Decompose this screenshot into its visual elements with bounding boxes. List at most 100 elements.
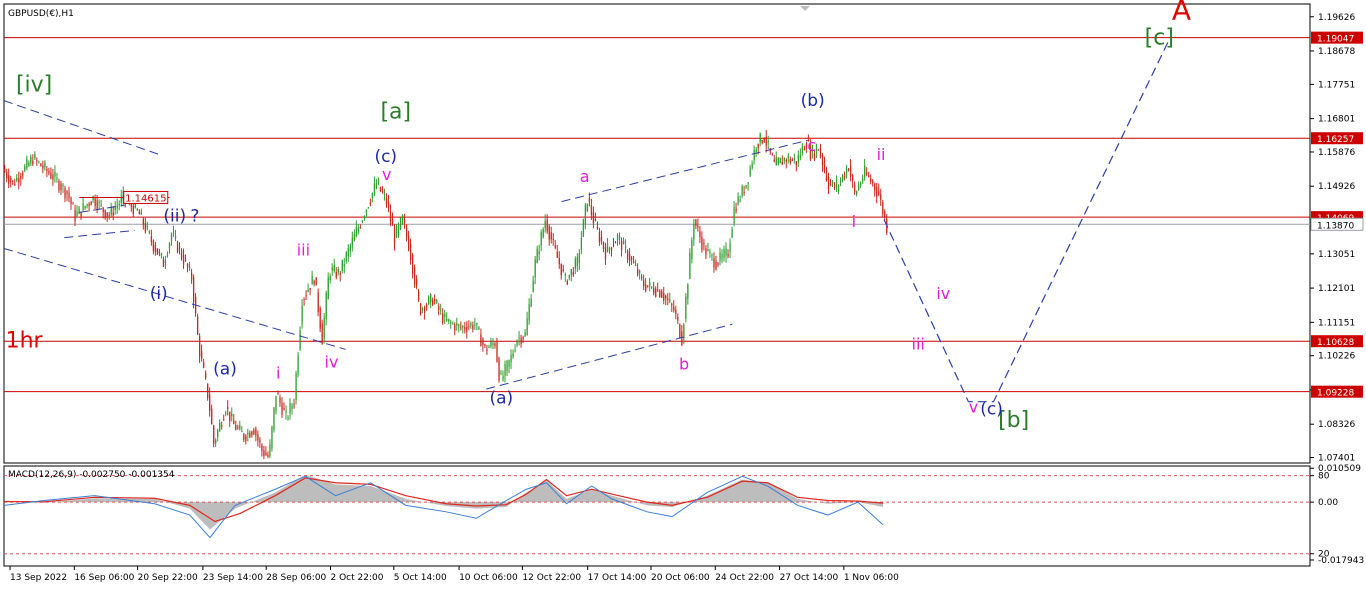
candle-body <box>190 272 193 280</box>
candle-body <box>70 197 72 205</box>
candle-body <box>494 343 496 347</box>
y-tick-label: 1.15876 <box>1318 148 1355 158</box>
candle-body <box>293 404 295 406</box>
candle-body <box>369 202 372 204</box>
candle-body <box>679 324 681 338</box>
candle-body <box>86 204 88 206</box>
candle-body <box>671 304 673 306</box>
candle-body <box>263 450 265 456</box>
candle-body <box>741 185 743 197</box>
candle-body <box>600 236 603 242</box>
candle-body <box>628 254 631 262</box>
candle-body <box>438 306 440 310</box>
candle-body <box>825 169 828 181</box>
candle-body <box>701 236 703 250</box>
candle-body <box>40 163 42 167</box>
candle-body <box>353 233 356 242</box>
candle-body <box>243 433 245 440</box>
wave-label: v <box>382 165 391 184</box>
candle-body <box>572 271 575 276</box>
candle-body <box>733 207 735 224</box>
candle-body <box>215 439 217 444</box>
candle-body <box>170 234 173 242</box>
candle-body <box>524 332 526 336</box>
candle-body <box>261 444 263 451</box>
candle-body <box>773 159 775 162</box>
candle-body <box>745 185 747 188</box>
candle-body <box>283 407 285 410</box>
candle-body <box>504 364 506 376</box>
candle-body <box>484 344 486 346</box>
candle-body <box>313 280 315 285</box>
candle-body <box>257 434 259 441</box>
candle-body <box>839 180 842 184</box>
wave-label: [c] <box>1145 26 1174 51</box>
candle-body <box>239 425 241 430</box>
candle-body <box>476 323 478 325</box>
x-tick-label: 20 Oct 06:00 <box>651 573 710 583</box>
candle-body <box>454 324 456 331</box>
candle-body <box>610 247 613 251</box>
candle-body <box>94 197 96 207</box>
candle-body <box>223 419 225 421</box>
candle-body <box>213 425 215 444</box>
candle-body <box>833 185 836 188</box>
candle-body <box>878 190 880 196</box>
candle-body <box>46 169 48 172</box>
candle-body <box>10 177 12 182</box>
candle-body <box>681 331 683 346</box>
candle-body <box>90 201 92 206</box>
candle-body <box>78 207 80 215</box>
wave-label: (c) <box>980 399 1003 419</box>
candle-body <box>626 250 629 260</box>
candle-body <box>285 411 287 413</box>
candle-body <box>522 336 524 340</box>
candle-body <box>132 205 134 215</box>
wave-label: c <box>807 136 816 155</box>
wave-label: v <box>969 398 978 417</box>
candle-body <box>387 201 390 207</box>
candle-body <box>536 248 538 263</box>
candle-body <box>247 432 249 435</box>
y-tick-label: 1.13051 <box>1318 250 1355 260</box>
candle-body <box>440 309 442 311</box>
candle-body <box>506 360 508 372</box>
wave-label: 1hr <box>6 329 44 354</box>
candle-body <box>34 154 36 159</box>
candle-body <box>530 298 532 307</box>
candle-body <box>862 178 864 182</box>
candle-body <box>411 254 414 275</box>
price-level-tag-text: 1.16257 <box>1317 135 1354 145</box>
candle-body <box>673 306 675 311</box>
candle-body <box>717 262 719 266</box>
chart-svg[interactable]: 1.14615A[c][iv][a][b](b)(c)(c)(a)(a)(i)(… <box>0 0 1366 588</box>
candle-body <box>341 259 343 272</box>
candle-body <box>30 156 32 164</box>
candle-body <box>436 300 438 303</box>
candle-body <box>488 346 490 348</box>
candle-body <box>486 349 488 352</box>
candle-body <box>468 326 470 328</box>
candle-body <box>100 204 102 206</box>
candle-body <box>532 280 534 292</box>
candle-body <box>856 191 858 195</box>
candle-body <box>749 167 751 176</box>
candle-body <box>211 408 213 425</box>
candle-body <box>365 209 368 213</box>
candle-body <box>596 226 599 229</box>
candle-body <box>578 253 581 263</box>
x-tick-label: 2 Oct 22:00 <box>331 573 384 583</box>
y-tick-label: 1.17751 <box>1318 80 1355 90</box>
candle-body <box>68 193 70 199</box>
candle-body <box>677 316 679 321</box>
candle-body <box>795 161 798 166</box>
candle-body <box>518 337 520 339</box>
candle-body <box>755 149 757 152</box>
candle-body <box>26 158 28 169</box>
y-tick-label: 1.07401 <box>1318 454 1355 464</box>
candle-body <box>383 193 386 195</box>
candle-body <box>182 255 185 265</box>
candle-body <box>409 244 412 260</box>
forex-chart[interactable]: 1.14615 A [c] [iv] [a] [b] (b) (c) (c) (a) (a) (i)(… <box>0 0 1366 588</box>
macd-y-tick-label: 80 <box>1318 472 1330 482</box>
